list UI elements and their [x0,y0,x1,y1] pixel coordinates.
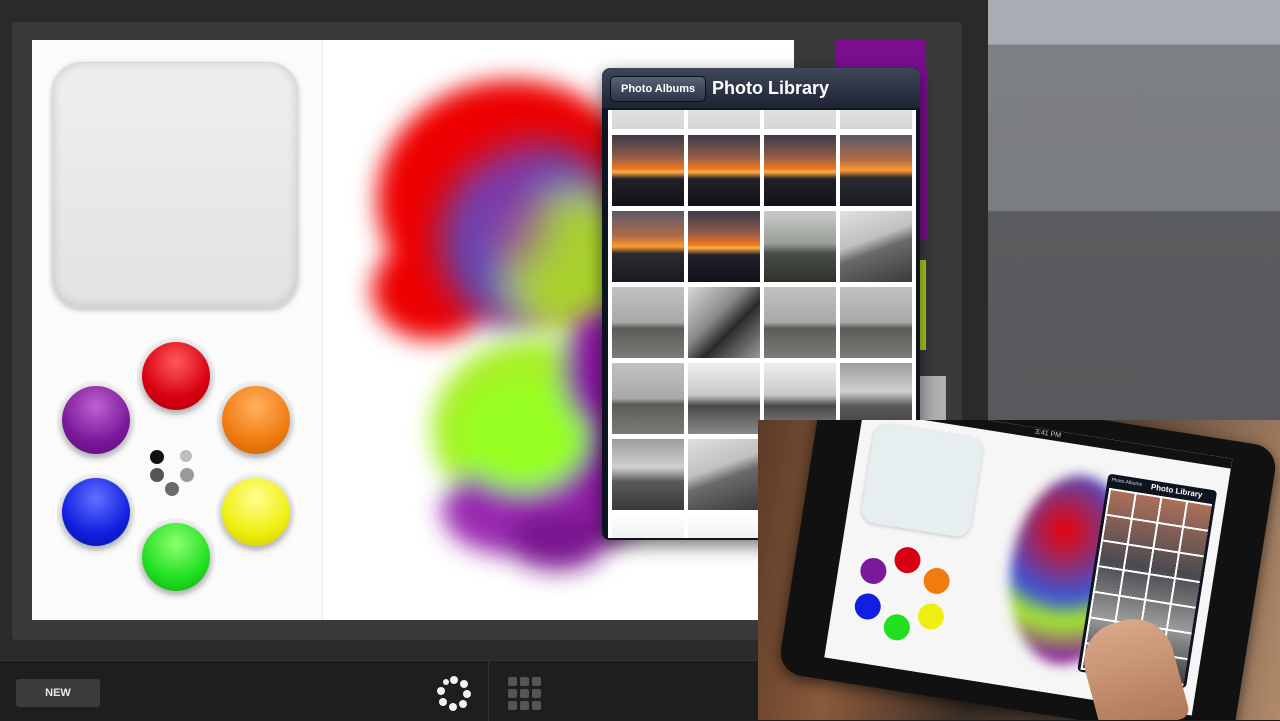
background-wall [988,0,1280,420]
inset-swatch-red [892,545,923,576]
spinner-icon[interactable] [436,675,472,711]
photo-thumbnail[interactable] [612,439,684,510]
toolbar-divider [488,661,489,721]
photo-thumbnail[interactable] [764,211,836,282]
photo-albums-button[interactable]: Photo Albums [610,76,707,102]
color-swatch-blue[interactable] [62,478,130,546]
brush-preview-tile[interactable] [52,62,298,308]
new-button[interactable]: NEW [16,679,100,707]
brush-dot-gray [180,468,194,482]
inset-albums-button: Photo Albums [1111,477,1143,488]
color-swatch-red[interactable] [142,342,210,410]
green-indicator [920,260,926,350]
photo-thumbnail[interactable] [612,211,684,282]
photo-thumbnail[interactable] [840,211,912,282]
photo-thumbnail[interactable] [612,110,684,129]
photo-thumbnail[interactable] [840,287,912,358]
inset-swatch-orange [921,566,952,596]
photo-thumbnail[interactable] [764,110,836,129]
video-inset: 3:41 PM Photo Albums Photo Library [758,420,1280,720]
brush-dot-light [180,450,192,462]
popover-header: Photo Albums Photo Library [602,68,920,108]
photo-thumbnail[interactable] [688,135,760,206]
photo-thumbnail[interactable] [612,515,684,538]
inset-swatch-purple [858,556,889,586]
photo-thumbnail[interactable] [688,211,760,282]
brush-dot-medium [150,468,164,482]
photo-thumbnail[interactable] [688,287,760,358]
photo-thumbnail[interactable] [612,363,684,434]
color-indicator-side [920,70,928,240]
brush-dot-dark [165,482,179,496]
brush-size-icon[interactable] [150,448,204,498]
gray-indicator [920,376,946,422]
color-swatch-purple[interactable] [62,386,130,454]
inset-preview-tile [859,422,985,539]
color-swatch-yellow[interactable] [222,478,290,546]
app-window: Photo Albums Photo Library NEW 3:41 PM P… [0,0,1280,721]
inset-swatch-yellow [916,601,946,632]
color-indicator [836,40,926,70]
tool-panel [32,40,323,620]
photo-thumbnail[interactable] [612,287,684,358]
photo-library-title: Photo Library [712,78,830,98]
photo-thumbnail[interactable] [840,135,912,206]
inset-ipad: 3:41 PM Photo Albums Photo Library [777,420,1279,720]
color-swatch-orange[interactable] [222,386,290,454]
photo-thumbnail[interactable] [688,363,760,434]
inset-swatch-green [881,612,912,643]
color-swatch-green[interactable] [142,523,210,591]
photo-thumbnail[interactable] [688,515,760,538]
photo-thumbnail[interactable] [764,135,836,206]
inset-swatch-blue [852,591,883,622]
photo-thumbnail[interactable] [612,135,684,206]
photo-thumbnail[interactable] [688,439,760,510]
photo-thumbnail[interactable] [764,287,836,358]
brush-dot-large [150,450,164,464]
photo-thumbnail[interactable] [688,110,760,129]
photo-thumbnail[interactable] [840,110,912,129]
grid-icon[interactable] [506,675,544,713]
